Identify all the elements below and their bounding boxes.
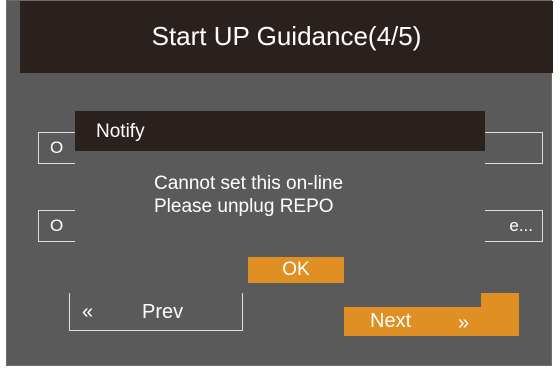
double-chevron-left-icon: « bbox=[82, 301, 94, 323]
dialog-header: Start UP Guidance(4/5) bbox=[20, 1, 553, 73]
option-row-1-left-text: O bbox=[50, 138, 64, 157]
notify-header: Notify bbox=[75, 111, 485, 151]
notify-popup: Notify Cannot set this on-line Please un… bbox=[75, 109, 485, 289]
notify-message-line-1: Cannot set this on-line bbox=[154, 173, 344, 194]
option-row-2-left-text: O bbox=[50, 216, 64, 235]
next-label: Next bbox=[370, 310, 412, 332]
prev-label: Prev bbox=[142, 301, 184, 323]
prev-button[interactable]: « Prev bbox=[69, 293, 243, 331]
ok-button[interactable]: OK bbox=[248, 257, 344, 283]
double-chevron-right-icon: » bbox=[458, 312, 470, 334]
next-button[interactable]: Next » bbox=[344, 307, 519, 336]
dialog-title: Start UP Guidance(4/5) bbox=[151, 21, 422, 51]
startup-guidance-dialog: Start UP Guidance(4/5) O O e... « Prev N… bbox=[6, 0, 553, 366]
notify-message-line-2: Please unplug REPO bbox=[154, 196, 334, 217]
notify-title: Notify bbox=[96, 121, 145, 142]
option-row-2-right-text: e... bbox=[509, 216, 533, 235]
